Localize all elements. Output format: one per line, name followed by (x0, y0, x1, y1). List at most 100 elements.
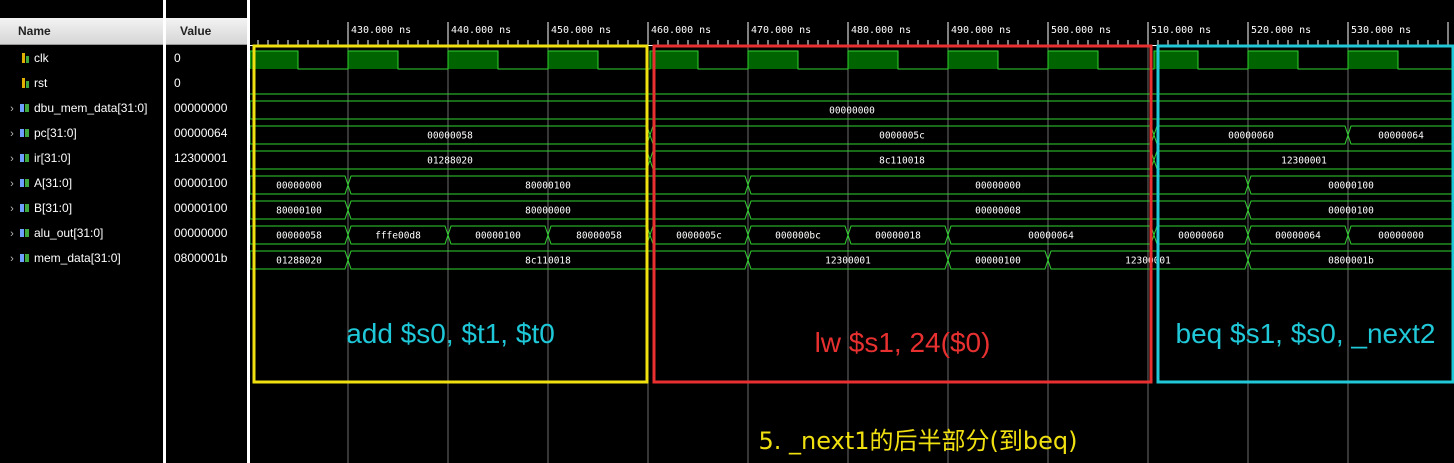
clk-high-pulse (348, 51, 398, 69)
time-tick-label: 440.000 ns (451, 25, 511, 36)
bus-signal-icon (20, 178, 30, 188)
bus-value-label: 00000100 (475, 231, 521, 242)
expand-chevron-icon[interactable]: › (6, 147, 18, 172)
signal-row-rst[interactable]: rst (6, 71, 47, 96)
signal-value-panel: Value 0 0 00000000 00000064 12300001 00000100… (166, 0, 247, 463)
signal-row-B[interactable]: › B[31:0] (6, 196, 72, 221)
clk-high-pulse (748, 51, 798, 69)
bus-value-label: 00000000 (1378, 231, 1424, 242)
signal-row-pc[interactable]: › pc[31:0] (6, 121, 77, 146)
bus-value-label: 00000064 (1028, 231, 1074, 242)
bus-value-label: 8c110018 (879, 156, 925, 167)
signal-value: 00000000 (174, 226, 228, 240)
bus-value-label: 00000058 (276, 231, 322, 242)
bus-value-label: 0000005c (676, 231, 722, 242)
signal-value: 0 (174, 51, 181, 65)
bus-value-label: 0000005c (879, 131, 925, 142)
caption-text: 5. _next1的后半部分(到beq) (759, 427, 1078, 455)
signal-value: 00000100 (174, 176, 228, 190)
clk-high-pulse (1348, 51, 1398, 69)
bit-signal-icon (20, 53, 30, 63)
bus-value-label: 12300001 (1125, 256, 1171, 267)
signal-row-A[interactable]: › A[31:0] (6, 171, 72, 196)
clk-high-pulse (448, 51, 498, 69)
bus-value-label: 00000018 (875, 231, 921, 242)
bus-value-label: 00000000 (975, 181, 1021, 192)
bus-value-label: 00000008 (975, 206, 1021, 217)
clk-high-pulse (548, 51, 598, 69)
signal-row-dbu-mem-data[interactable]: › dbu_mem_data[31:0] (6, 96, 147, 121)
clk-high-pulse (948, 51, 998, 69)
expand-chevron-icon[interactable]: › (6, 247, 18, 272)
time-tick-label: 430.000 ns (351, 25, 411, 36)
signal-name: rst (34, 76, 48, 90)
signal-name: B[31:0] (34, 201, 73, 215)
time-tick-label: 460.000 ns (651, 25, 711, 36)
bus-value-label: 00000100 (975, 256, 1021, 267)
bus-value-label: 80000058 (576, 231, 622, 242)
signal-value: 00000000 (174, 101, 228, 115)
signal-name: alu_out[31:0] (34, 226, 104, 240)
expand-chevron-icon[interactable]: › (6, 172, 18, 197)
bus-value-label: 00000060 (1228, 131, 1274, 142)
expand-chevron-icon[interactable]: › (6, 97, 18, 122)
signal-row-mem-data[interactable]: › mem_data[31:0] (6, 246, 121, 271)
signal-name: ir[31:0] (34, 151, 71, 165)
signal-value: 12300001 (174, 151, 228, 165)
bus-value-label: 00000058 (427, 131, 473, 142)
signal-name: dbu_mem_data[31:0] (34, 101, 148, 115)
signal-row-ir[interactable]: › ir[31:0] (6, 146, 71, 171)
name-column-header[interactable]: Name (0, 18, 163, 45)
clk-high-pulse (1048, 51, 1098, 69)
value-column-header[interactable]: Value (166, 18, 247, 45)
expand-chevron-icon[interactable]: › (6, 197, 18, 222)
time-tick-label: 480.000 ns (851, 25, 911, 36)
time-tick-label: 510.000 ns (1151, 25, 1211, 36)
bus-value-label: 00000064 (1275, 231, 1321, 242)
clk-high-pulse (1154, 51, 1198, 69)
bus-signal-icon (20, 128, 30, 138)
time-tick-label: 500.000 ns (1051, 25, 1111, 36)
clk-high-pulse (650, 51, 698, 69)
signal-name: pc[31:0] (34, 126, 77, 140)
bus-signal-icon (20, 253, 30, 263)
annotation-label: lw $s1, 24($0) (815, 327, 991, 358)
clk-high-pulse (250, 51, 298, 69)
time-tick-label: 530.000 ns (1351, 25, 1411, 36)
bus-value-label: 00000064 (1378, 131, 1424, 142)
bus-value-label: 00000060 (1178, 231, 1224, 242)
bus-signal-icon (20, 103, 30, 113)
signal-name: clk (34, 51, 49, 65)
bus-value-label: 80000100 (276, 206, 322, 217)
annotation-label: add $s0, $t1, $t0 (346, 318, 555, 349)
bus-value-label: 00000000 (276, 181, 322, 192)
bus-value-label: 000000bc (775, 231, 821, 242)
annotation-label: beq $s1, $s0, _next2 (1176, 318, 1436, 349)
signal-row-clk[interactable]: clk (6, 46, 49, 71)
bus-value-label: 0800001b (1328, 256, 1374, 267)
bus-value-label: 01288020 (276, 256, 322, 267)
bus-value-label: 01288020 (427, 156, 473, 167)
time-tick-label: 490.000 ns (951, 25, 1011, 36)
expand-chevron-icon[interactable]: › (6, 122, 18, 147)
time-tick-label: 470.000 ns (751, 25, 811, 36)
bus-value-label: 12300001 (1281, 156, 1327, 167)
bus-value-label: 00000000 (829, 106, 875, 117)
bus-signal-icon (20, 228, 30, 238)
bus-value-label: 80000000 (525, 206, 571, 217)
signal-value: 0800001b (174, 251, 228, 265)
signal-name-panel: Name clk rst › dbu_mem_data[31:0] › pc[31:0] ›… (0, 0, 163, 463)
clk-high-pulse (848, 51, 898, 69)
expand-chevron-icon[interactable]: › (6, 222, 18, 247)
bus-value-label: 8c110018 (525, 256, 571, 267)
signal-name: mem_data[31:0] (34, 251, 121, 265)
signal-value: 00000100 (174, 201, 228, 215)
waveform-canvas[interactable]: 430.000 ns 440.000 ns 450.000 ns 460.000 ns… (250, 0, 1454, 463)
bus-signal-icon (20, 203, 30, 213)
signal-row-alu-out[interactable]: › alu_out[31:0] (6, 221, 103, 246)
bus-signal-icon (20, 153, 30, 163)
time-tick-label: 520.000 ns (1251, 25, 1311, 36)
bus-value-label: 80000100 (525, 181, 571, 192)
signal-value: 00000064 (174, 126, 228, 140)
bus-value-label: 00000100 (1328, 181, 1374, 192)
